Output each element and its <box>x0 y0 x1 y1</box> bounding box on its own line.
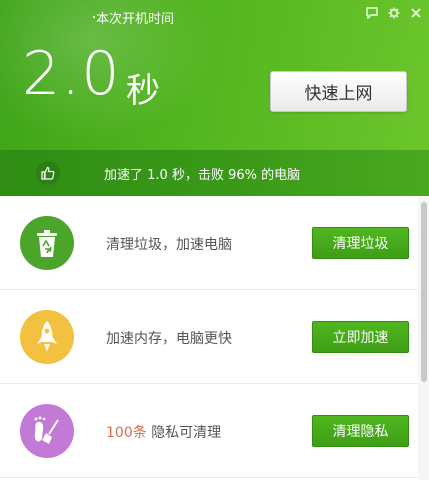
list-item-boost-memory: 加速内存，电脑更快 立即加速 <box>0 290 418 384</box>
boot-time-window: 本次开机时间 2.0 秒 快速上网 加速了 1.0 秒，击败 96% 的电脑 清… <box>0 0 429 480</box>
clean-privacy-description: 100条 隐私可清理 <box>106 422 221 442</box>
boost-memory-description: 加速内存，电脑更快 <box>106 331 232 347</box>
window-controls <box>365 6 423 20</box>
title-dot <box>93 16 95 18</box>
clean-junk-description: 清理垃圾，加速电脑 <box>106 237 232 253</box>
boost-now-button[interactable]: 立即加速 <box>312 321 409 353</box>
boot-time-unit: 秒 <box>126 71 160 111</box>
thumbs-up-icon <box>36 161 60 185</box>
privacy-text: 隐私可清理 <box>151 425 222 441</box>
list-item-clean-junk: 清理垃圾，加速电脑 清理垃圾 <box>0 196 418 290</box>
optimization-list: 清理垃圾，加速电脑 清理垃圾 加速内存，电脑更快 立即加速 100条 隐私可清理… <box>0 196 418 480</box>
settings-icon[interactable] <box>387 6 401 20</box>
speedup-summary: 加速了 1.0 秒，击败 96% 的电脑 <box>0 150 429 196</box>
header-panel: 本次开机时间 2.0 秒 快速上网 <box>0 0 429 150</box>
rocket-icon <box>20 310 74 364</box>
footprint-broom-icon <box>20 404 74 458</box>
window-title: 本次开机时间 <box>96 12 175 27</box>
recycle-trash-icon <box>20 216 74 270</box>
clean-privacy-button[interactable]: 清理隐私 <box>312 415 409 447</box>
privacy-count: 100条 <box>106 425 147 441</box>
feedback-icon[interactable] <box>365 6 379 20</box>
boot-time-value: 2.0 <box>22 39 121 109</box>
list-item-clean-privacy: 100条 隐私可清理 清理隐私 <box>0 384 418 478</box>
clean-junk-button[interactable]: 清理垃圾 <box>312 227 409 259</box>
scrollbar-thumb[interactable] <box>421 202 427 382</box>
fast-internet-button[interactable]: 快速上网 <box>270 71 407 112</box>
summary-text: 加速了 1.0 秒，击败 96% 的电脑 <box>104 168 301 183</box>
close-icon[interactable] <box>409 6 423 20</box>
